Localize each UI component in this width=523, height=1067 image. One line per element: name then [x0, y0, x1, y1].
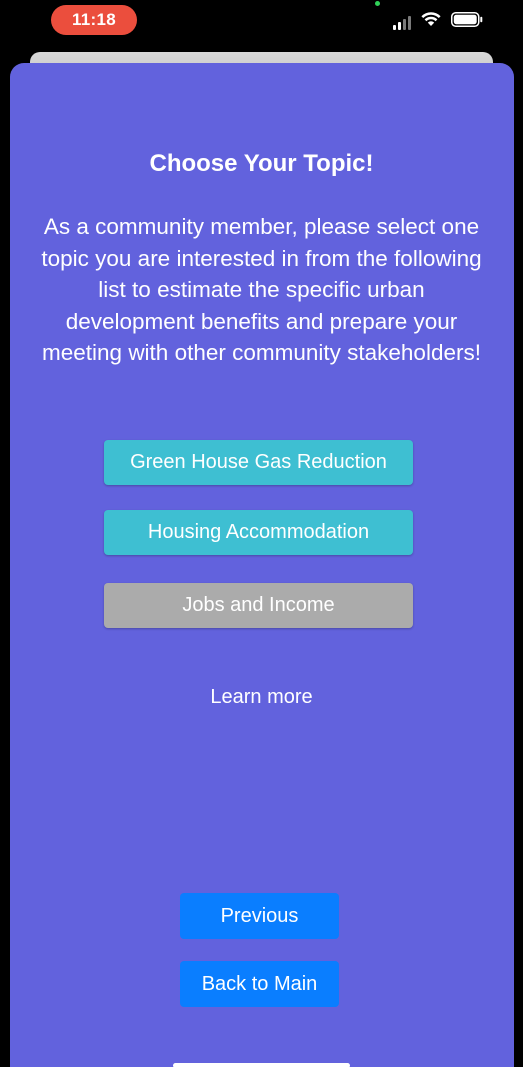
instructions-text: As a community member, please select one…	[41, 214, 482, 365]
status-icons	[393, 12, 483, 32]
privacy-indicator-dot	[375, 1, 380, 6]
wifi-icon	[421, 12, 441, 32]
previous-button[interactable]: Previous	[180, 893, 339, 939]
topic-button-greenhouse-gas[interactable]: Green House Gas Reduction	[104, 440, 413, 485]
back-to-main-button[interactable]: Back to Main	[180, 961, 339, 1007]
battery-icon	[451, 12, 483, 32]
home-indicator[interactable]	[173, 1063, 350, 1067]
learn-more-link[interactable]: Learn more	[0, 686, 523, 709]
signal-icon	[393, 14, 411, 30]
topic-button-jobs-income[interactable]: Jobs and Income	[104, 583, 413, 628]
page-title: Choose Your Topic!	[149, 150, 374, 177]
app-screen: 11:18 Choose Your Topic! As a community …	[0, 0, 523, 1067]
status-time: 11:18	[51, 5, 137, 35]
topic-button-housing[interactable]: Housing Accommodation	[104, 510, 413, 555]
